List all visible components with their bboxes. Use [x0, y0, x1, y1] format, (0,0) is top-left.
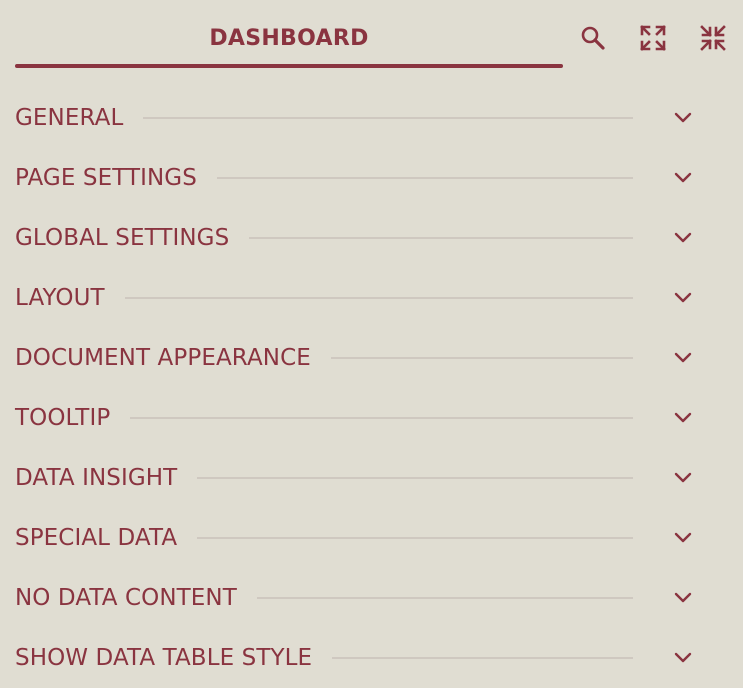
section-label: GLOBAL SETTINGS	[15, 225, 230, 251]
section-page-settings[interactable]: PAGE SETTINGS	[0, 148, 743, 208]
section-global-settings[interactable]: GLOBAL SETTINGS	[0, 208, 743, 268]
section-label: SHOW DATA TABLE STYLE	[15, 645, 313, 671]
section-divider	[216, 177, 633, 179]
section-divider	[330, 357, 633, 359]
chevron-down-icon[interactable]	[670, 168, 696, 188]
chevron-down-icon[interactable]	[670, 408, 696, 428]
section-show-data-table-style[interactable]: SHOW DATA TABLE STYLE	[0, 628, 743, 688]
chevron-down-icon[interactable]	[670, 228, 696, 248]
chevron-down-icon[interactable]	[670, 288, 696, 308]
expand-icon	[639, 24, 667, 52]
section-layout[interactable]: LAYOUT	[0, 268, 743, 328]
section-label: GENERAL	[15, 105, 124, 131]
chevron-down-icon[interactable]	[670, 108, 696, 128]
section-divider	[197, 477, 633, 479]
section-no-data-content[interactable]: NO DATA CONTENT	[0, 568, 743, 628]
chevron-down-icon[interactable]	[670, 588, 696, 608]
chevron-down-icon[interactable]	[670, 468, 696, 488]
chevron-down-icon[interactable]	[670, 348, 696, 368]
section-tooltip[interactable]: TOOLTIP	[0, 388, 743, 448]
panel-header: DASHBOARD	[0, 0, 743, 80]
section-label: DOCUMENT APPEARANCE	[15, 345, 311, 371]
section-document-appearance[interactable]: DOCUMENT APPEARANCE	[0, 328, 743, 388]
section-label: PAGE SETTINGS	[15, 165, 197, 191]
section-label: SPECIAL DATA	[15, 525, 178, 551]
active-tab-indicator	[15, 64, 563, 68]
section-divider	[130, 417, 633, 419]
chevron-down-icon[interactable]	[670, 648, 696, 668]
section-label: LAYOUT	[15, 285, 105, 311]
section-data-insight[interactable]: DATA INSIGHT	[0, 448, 743, 508]
section-divider	[124, 297, 633, 299]
section-divider	[249, 237, 633, 239]
chevron-down-icon[interactable]	[670, 528, 696, 548]
collapse-all-button[interactable]	[695, 20, 731, 56]
search-button[interactable]	[575, 20, 611, 56]
expand-all-button[interactable]	[635, 20, 671, 56]
tab-dashboard-label: DASHBOARD	[209, 26, 369, 51]
settings-section-list: GENERAL PAGE SETTINGS GLOBAL SETTINGS LA…	[0, 88, 743, 688]
section-divider	[256, 597, 633, 599]
tab-dashboard[interactable]: DASHBOARD	[15, 20, 563, 68]
section-divider	[197, 537, 633, 539]
section-general[interactable]: GENERAL	[0, 88, 743, 148]
collapse-icon	[699, 24, 727, 52]
section-special-data[interactable]: SPECIAL DATA	[0, 508, 743, 568]
section-label: NO DATA CONTENT	[15, 585, 237, 611]
section-divider	[332, 657, 633, 659]
section-divider	[143, 117, 633, 119]
section-label: TOOLTIP	[15, 405, 111, 431]
section-label: DATA INSIGHT	[15, 465, 178, 491]
search-icon	[579, 24, 607, 52]
